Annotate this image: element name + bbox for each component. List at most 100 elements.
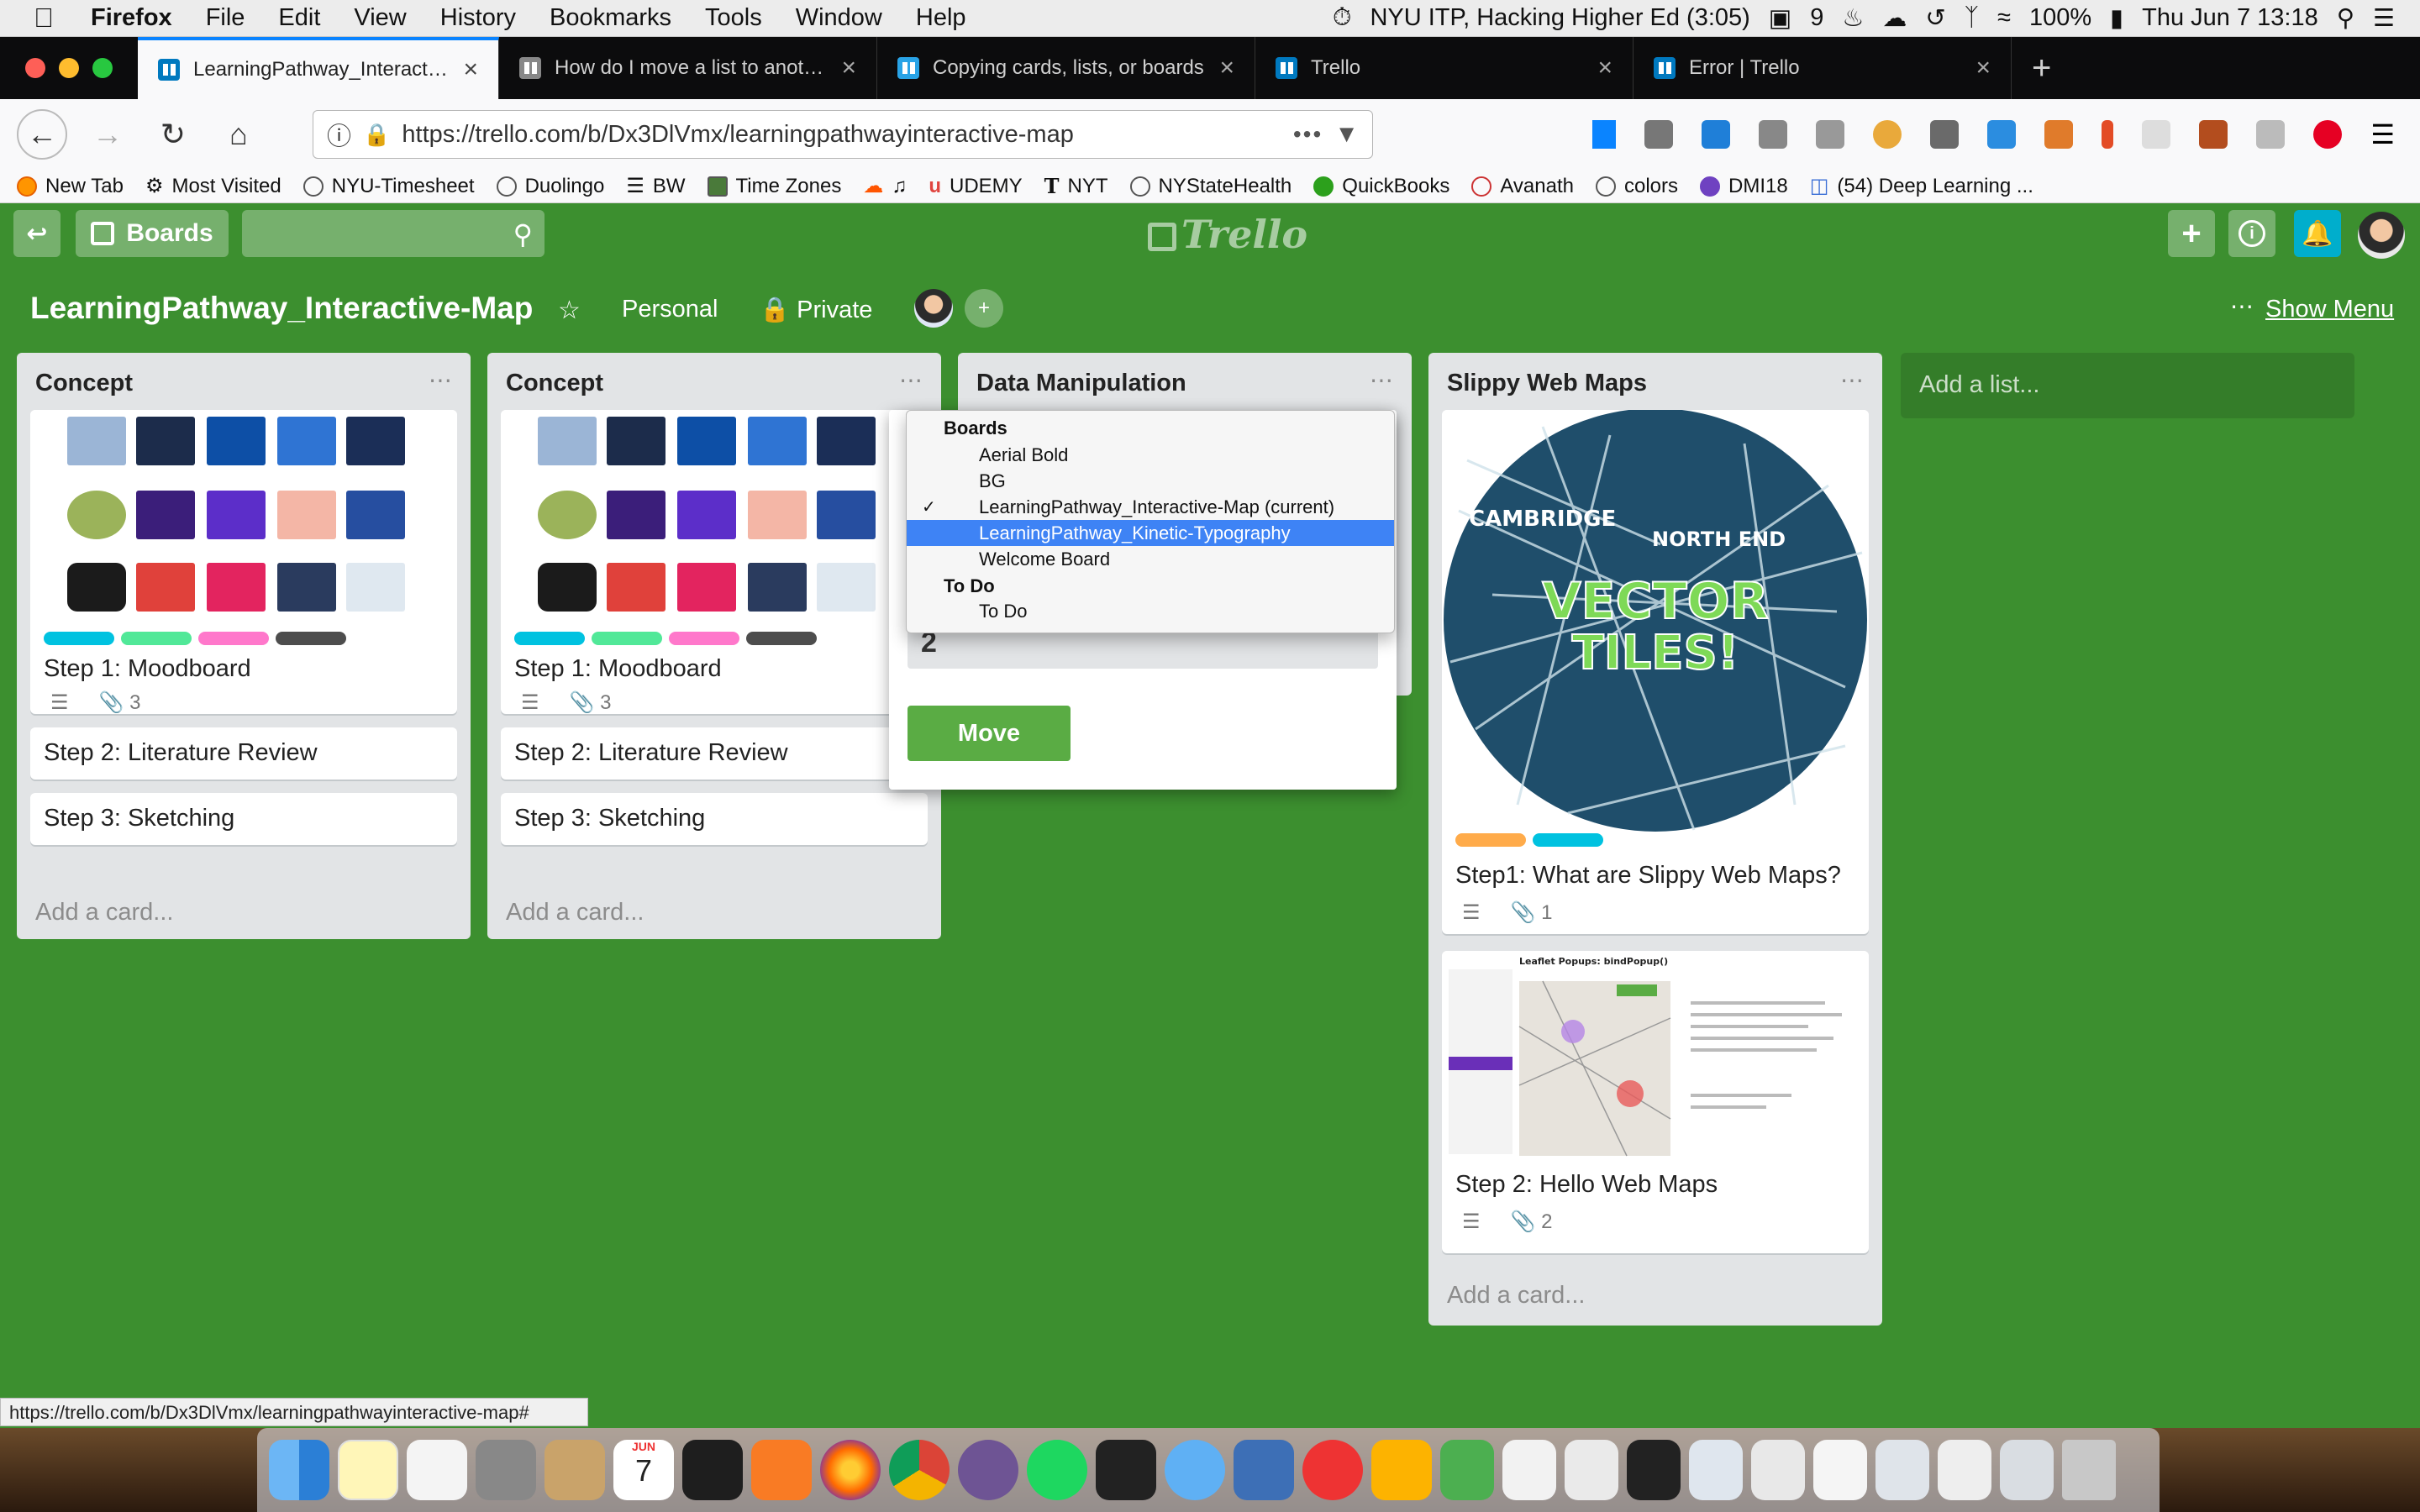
board-option-interactive-map-current[interactable]: ✓ LearningPathway_Interactive-Map (curre… bbox=[907, 494, 1394, 520]
list-menu-icon[interactable]: ⋯ bbox=[1840, 366, 1865, 394]
menu-app-name[interactable]: Firefox bbox=[74, 4, 189, 32]
menu-file[interactable]: File bbox=[189, 4, 262, 32]
forward-button[interactable]: → bbox=[82, 109, 133, 160]
textedit-icon[interactable] bbox=[407, 1440, 467, 1500]
add-button[interactable]: + bbox=[2168, 210, 2215, 257]
url-bar[interactable]: ⓘ 🔒 https://trello.com/b/Dx3DlVmx/learni… bbox=[313, 110, 1373, 159]
adobe-count[interactable]: 9 bbox=[1810, 4, 1823, 32]
bookmark-nyt[interactable]: T NYT bbox=[1044, 174, 1108, 198]
board-title[interactable]: LearningPathway_Interactive-Map bbox=[30, 291, 533, 326]
bookmark-quickbooks[interactable]: QuickBooks bbox=[1313, 175, 1449, 198]
back-button[interactable]: ← bbox=[17, 109, 67, 160]
datetime[interactable]: Thu Jun 7 13:18 bbox=[2142, 4, 2318, 32]
sidebar-icon[interactable] bbox=[1759, 120, 1788, 149]
chrome-ext-icon[interactable] bbox=[1873, 120, 1902, 149]
close-window-button[interactable] bbox=[25, 58, 45, 78]
card-sketching[interactable]: Step 3: Sketching bbox=[501, 793, 928, 845]
chrome-icon[interactable] bbox=[889, 1440, 950, 1500]
privacy-button[interactable]: 🔒 Private bbox=[760, 296, 872, 324]
minimize-window-button[interactable] bbox=[59, 58, 79, 78]
download-icon[interactable] bbox=[1592, 120, 1617, 149]
card-hello-web-maps[interactable]: Leaflet Popups: bindPopup() Step 2: Hell… bbox=[1442, 951, 1869, 1253]
card-literature-review[interactable]: Step 2: Literature Review bbox=[30, 727, 457, 780]
messages-icon[interactable] bbox=[1165, 1440, 1225, 1500]
finder-icon[interactable] bbox=[269, 1440, 329, 1500]
time-machine-icon[interactable]: ↺ bbox=[1925, 3, 1945, 33]
close-tab-icon[interactable]: × bbox=[1219, 54, 1234, 82]
list-menu-icon[interactable]: ⋯ bbox=[1370, 366, 1395, 394]
list-title[interactable]: Concept bbox=[35, 370, 133, 397]
search-input[interactable]: ⚲ bbox=[242, 210, 544, 257]
card-slippy-web-maps[interactable]: CAMBRIDGE NORTH END VECTOR TILES! Step1:… bbox=[1442, 410, 1869, 934]
menu-edit[interactable]: Edit bbox=[261, 4, 337, 32]
card-moodboard[interactable]: Step 1: Moodboard ☰ 📎 3 bbox=[30, 410, 457, 714]
board-option-welcome-board[interactable]: Welcome Board bbox=[907, 546, 1394, 572]
page-actions-button[interactable]: ••• bbox=[1293, 121, 1323, 148]
feather-icon[interactable] bbox=[1987, 120, 2017, 149]
move-button[interactable]: Move bbox=[908, 706, 1071, 761]
dock-window-thumbnail-4[interactable] bbox=[1627, 1440, 1681, 1500]
mail-icon[interactable] bbox=[544, 1440, 605, 1500]
battery-icon[interactable]: ▮ bbox=[2110, 3, 2123, 33]
ghostery-icon[interactable] bbox=[1816, 120, 1845, 149]
dock-window-thumbnail-9[interactable] bbox=[1938, 1440, 1991, 1500]
notifications-button[interactable]: 🔔 bbox=[2294, 210, 2341, 257]
apple-icon[interactable]:  bbox=[0, 3, 74, 34]
star-icon[interactable]: ☆ bbox=[558, 296, 581, 325]
board-option-todo[interactable]: To Do bbox=[907, 598, 1394, 624]
sublime-text-icon[interactable] bbox=[751, 1440, 812, 1500]
add-member-icon[interactable]: + bbox=[965, 289, 1003, 328]
board-option-kinetic-typography[interactable]: LearningPathway_Kinetic-Typography bbox=[907, 520, 1394, 546]
library-icon[interactable] bbox=[1644, 120, 1674, 149]
dock-window-thumbnail-1[interactable] bbox=[1440, 1440, 1494, 1500]
dock-window-thumbnail-6[interactable] bbox=[1751, 1440, 1805, 1500]
tab-copying-cards[interactable]: Copying cards, lists, or boards × bbox=[877, 37, 1255, 99]
close-tab-icon[interactable]: × bbox=[1975, 54, 1991, 82]
lock-icon[interactable]: 🔒 bbox=[363, 122, 390, 148]
bookmark-new-tab[interactable]: New Tab bbox=[17, 175, 124, 198]
hamburger-menu-icon[interactable]: ☰ bbox=[2370, 118, 2395, 150]
menu-tools[interactable]: Tools bbox=[688, 4, 779, 32]
bookmark-nystatehealth[interactable]: NYStateHealth bbox=[1129, 175, 1292, 198]
bookmark-duolingo[interactable]: Duolingo bbox=[496, 175, 604, 198]
tab-move-list-help[interactable]: How do I move a list to another × bbox=[499, 37, 877, 99]
trello-logo[interactable]: Trello bbox=[1148, 212, 1307, 257]
dock-window-thumbnail-10[interactable] bbox=[2000, 1440, 2054, 1500]
back-to-home-button[interactable]: ↩ bbox=[13, 210, 60, 257]
bookmark-deep-learning[interactable]: ◫ (54) Deep Learning ... bbox=[1810, 174, 2033, 198]
wifi-icon[interactable]: ≈ bbox=[1997, 4, 2011, 32]
card-sketching[interactable]: Step 3: Sketching bbox=[30, 793, 457, 845]
add-card-button[interactable]: Add a card... bbox=[35, 899, 173, 927]
list-title[interactable]: Data Manipulation bbox=[976, 370, 1186, 397]
pocket-icon[interactable]: ▼ bbox=[1334, 121, 1359, 149]
zoom-window-button[interactable] bbox=[92, 58, 113, 78]
add-list-button[interactable]: Add a list... bbox=[1901, 353, 2354, 418]
boards-button[interactable]: Boards bbox=[76, 210, 229, 257]
eyedropper-icon[interactable] bbox=[1930, 120, 1960, 149]
board-option-bg[interactable]: BG bbox=[907, 468, 1394, 494]
tab-learningpathway[interactable]: LearningPathway_Interactive-Map × bbox=[138, 37, 499, 99]
list-title[interactable]: Slippy Web Maps bbox=[1447, 370, 1647, 397]
fountain-pen-icon[interactable] bbox=[476, 1440, 536, 1500]
board-option-aerial-bold[interactable]: Aerial Bold bbox=[907, 442, 1394, 468]
adobe-icon[interactable]: ▣ bbox=[1769, 3, 1791, 33]
more-dots-icon[interactable]: ⋯ bbox=[2230, 292, 2254, 320]
bookmark-time-zones[interactable]: Time Zones bbox=[707, 175, 841, 198]
dock-window-thumbnail-2[interactable] bbox=[1502, 1440, 1556, 1500]
kindle-icon[interactable] bbox=[1096, 1440, 1156, 1500]
bookmark-avanath[interactable]: Avanath bbox=[1471, 175, 1574, 198]
bookmark-colors[interactable]: colors bbox=[1595, 175, 1678, 198]
status-clock-icon[interactable]: ⏱ bbox=[1333, 4, 1352, 32]
shield-extension-icon[interactable] bbox=[1702, 120, 1731, 149]
notification-center-icon[interactable]: ☰ bbox=[2373, 3, 2395, 33]
bookmark-soundcloud[interactable]: ☁ ♫ bbox=[863, 174, 907, 198]
firefox-icon[interactable] bbox=[820, 1440, 881, 1500]
spotlight-icon[interactable]: ⚲ bbox=[2337, 3, 2354, 33]
bookmark-most-visited[interactable]: ⚙ Most Visited bbox=[145, 174, 281, 198]
spotify-icon[interactable] bbox=[1027, 1440, 1087, 1500]
dock-window-thumbnail-5[interactable] bbox=[1689, 1440, 1743, 1500]
menu-window[interactable]: Window bbox=[779, 4, 899, 32]
list-menu-icon[interactable]: ⋯ bbox=[899, 366, 924, 394]
dock-window-thumbnail-8[interactable] bbox=[1876, 1440, 1929, 1500]
bookmark-bw[interactable]: ☰ BW bbox=[626, 174, 685, 198]
